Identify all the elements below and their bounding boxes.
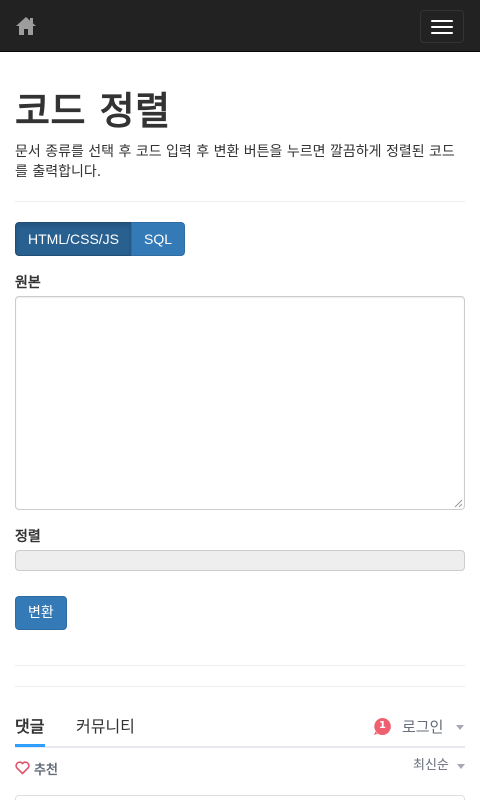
source-label: 원본 <box>15 275 41 291</box>
divider <box>15 201 465 202</box>
doc-type-sql-button[interactable]: SQL <box>131 222 186 256</box>
notification-count: 1 <box>379 720 386 731</box>
convert-button[interactable]: 변환 <box>15 596 67 630</box>
navbar <box>0 0 480 52</box>
output-label: 정렬 <box>15 529 41 545</box>
chevron-down-icon <box>457 764 465 769</box>
divider <box>15 665 465 666</box>
tabs-divider <box>15 746 465 748</box>
heart-icon <box>15 761 30 775</box>
comment-input-box[interactable] <box>15 795 465 800</box>
page-description: 문서 종류를 선택 후 코드 입력 후 변환 버튼을 누르면 깔끔하게 정렬된 … <box>15 144 455 180</box>
doc-type-selector: HTML/CSS/JS SQL <box>15 222 186 256</box>
output-field[interactable] <box>15 550 465 571</box>
source-textarea[interactable] <box>15 296 465 510</box>
login-menu[interactable]: 로그인 <box>402 716 443 738</box>
divider <box>15 686 465 687</box>
chevron-down-icon <box>456 725 464 730</box>
hamburger-icon <box>431 20 453 22</box>
recommend-label: 추천 <box>34 762 58 778</box>
doc-type-html-button[interactable]: HTML/CSS/JS <box>15 222 133 256</box>
menu-toggle-button[interactable] <box>420 10 464 43</box>
sort-dropdown[interactable]: 최신순 <box>413 756 449 776</box>
recommend-button[interactable]: 추천 <box>15 758 58 778</box>
tab-community[interactable]: 커뮤니티 <box>76 716 135 738</box>
home-icon[interactable] <box>13 14 39 38</box>
resize-grip-icon[interactable] <box>454 499 462 507</box>
tab-comments[interactable]: 댓글 <box>15 716 44 738</box>
page-title: 코드 정렬 <box>15 89 171 133</box>
active-tab-indicator <box>15 744 45 747</box>
